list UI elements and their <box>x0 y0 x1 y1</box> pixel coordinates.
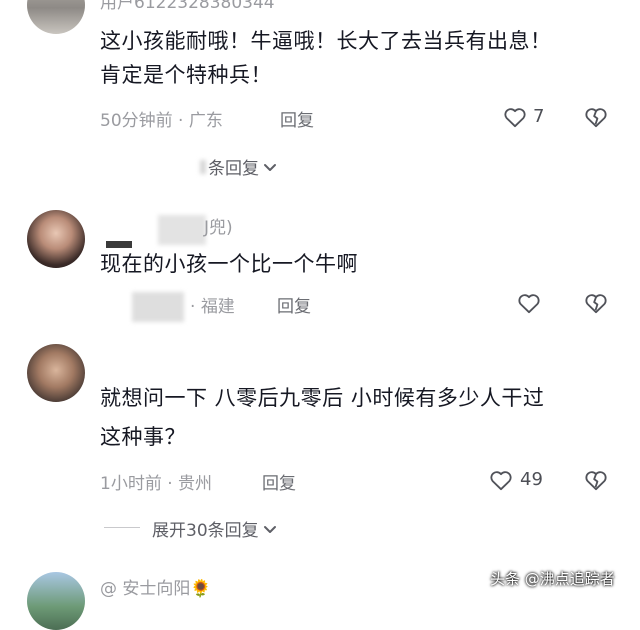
comment-location: 广东 <box>188 111 223 131</box>
chevron-down-icon <box>263 525 276 533</box>
heart-outline-icon <box>490 471 512 491</box>
reply-button[interactable]: 回复 <box>280 106 314 131</box>
dislike-button[interactable] <box>583 290 609 316</box>
replies-divider <box>104 527 140 528</box>
comment-text-line2: 这种事？ <box>100 425 186 449</box>
comment-text: 这小孩能耐哦！牛逼哦！长大了去当兵有出息！ <box>100 29 552 53</box>
like-button[interactable] <box>488 467 514 493</box>
comment-text: 就想问一下 八零后九零后 小时候有多少人干过 <box>100 386 545 410</box>
username[interactable]: J兜) <box>204 213 233 238</box>
comment-location: 贵州 <box>178 474 213 494</box>
comment-location: 福建 <box>200 297 235 317</box>
chevron-down-icon <box>264 163 276 171</box>
comment-time: 50分钟前 <box>100 111 173 131</box>
watermark: 头条 @沸点追踪者 <box>490 570 615 588</box>
comment-text: 现在的小孩一个比一个牛啊 <box>100 252 358 276</box>
broken-heart-icon <box>585 108 607 128</box>
time-redacted <box>132 292 184 322</box>
reply-button[interactable]: 回复 <box>277 292 311 317</box>
like-count: 7 <box>533 106 545 127</box>
avatar[interactable] <box>27 344 85 402</box>
avatar[interactable] <box>27 572 85 630</box>
heart-outline-icon <box>504 108 526 128</box>
avatar[interactable] <box>27 0 85 34</box>
comment-meta: · 福建 <box>190 297 235 317</box>
reply-button[interactable]: 回复 <box>262 469 296 494</box>
like-button[interactable] <box>502 104 528 130</box>
comment-time: 1小时前 <box>100 474 162 494</box>
comment-text-line2: 肯定是个特种兵！ <box>100 63 272 87</box>
view-replies-label: 条回复 <box>208 159 259 179</box>
dislike-button[interactable] <box>583 104 609 130</box>
view-replies[interactable]: 条回复 <box>200 154 278 179</box>
like-button[interactable] <box>516 290 542 316</box>
broken-heart-icon <box>585 294 607 314</box>
heart-outline-icon <box>518 294 540 314</box>
expand-replies-label: 展开30条回复 <box>152 521 259 541</box>
dislike-button[interactable] <box>583 467 609 493</box>
like-count: 49 <box>520 469 543 490</box>
comment-meta: 50分钟前 · 广东 <box>100 111 223 131</box>
username[interactable]: @ 安士向阳🌻 <box>100 574 212 599</box>
broken-heart-icon <box>585 471 607 491</box>
expand-replies[interactable]: 展开30条回复 <box>152 516 278 541</box>
avatar[interactable] <box>27 210 85 268</box>
username-redacted <box>158 215 206 245</box>
comment-meta: 1小时前 · 贵州 <box>100 474 213 494</box>
blurred-count <box>200 159 206 174</box>
username[interactable]: 用户6122328380344 <box>100 0 275 13</box>
